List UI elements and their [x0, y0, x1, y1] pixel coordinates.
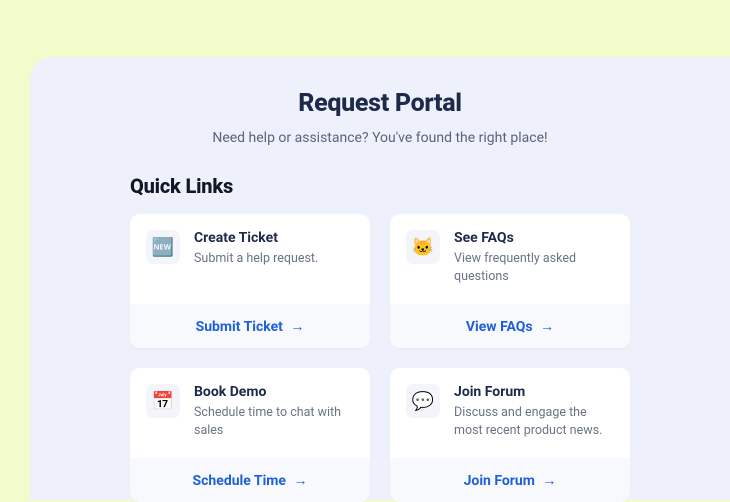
card-desc: Submit a help request. — [194, 250, 318, 268]
view-faqs-link[interactable]: View FAQs → — [466, 319, 554, 335]
page-subtitle: Need help or assistance? You've found th… — [30, 130, 730, 146]
card-title: Book Demo — [194, 384, 352, 400]
card-title: See FAQs — [454, 230, 612, 246]
card-footer: Schedule Time → — [130, 458, 370, 502]
card-body: 📅 Book Demo Schedule time to chat with s… — [130, 368, 370, 458]
faq-icon: 🐱 — [406, 230, 440, 264]
card-body: 💬 Join Forum Discuss and engage the most… — [390, 368, 630, 458]
link-label: Schedule Time — [193, 473, 287, 489]
link-label: Join Forum — [464, 473, 535, 489]
card-see-faqs: 🐱 See FAQs View frequently asked questio… — [390, 214, 630, 348]
submit-ticket-link[interactable]: Submit Ticket → — [196, 319, 305, 335]
join-forum-link[interactable]: Join Forum → — [464, 473, 557, 489]
page-title: Request Portal — [30, 89, 730, 118]
card-text: Create Ticket Submit a help request. — [194, 230, 318, 286]
content: Quick Links 🆕 Create Ticket Submit a hel… — [30, 174, 730, 502]
card-text: See FAQs View frequently asked questions — [454, 230, 612, 286]
header: Request Portal Need help or assistance? … — [30, 89, 730, 146]
arrow-right-icon: → — [542, 472, 556, 489]
card-desc: Discuss and engage the most recent produ… — [454, 404, 612, 439]
card-join-forum: 💬 Join Forum Discuss and engage the most… — [390, 368, 630, 502]
card-footer: Submit Ticket → — [130, 304, 370, 348]
card-title: Create Ticket — [194, 230, 318, 246]
schedule-time-link[interactable]: Schedule Time → — [193, 473, 308, 489]
arrow-right-icon: → — [293, 472, 307, 489]
speech-bubble-icon: 💬 — [406, 384, 440, 418]
arrow-right-icon: → — [290, 318, 304, 335]
arrow-right-icon: → — [540, 318, 554, 335]
portal-panel: Request Portal Need help or assistance? … — [30, 57, 730, 500]
link-label: Submit Ticket — [196, 319, 283, 335]
card-desc: Schedule time to chat with sales — [194, 404, 352, 439]
calendar-icon: 📅 — [146, 384, 180, 418]
card-desc: View frequently asked questions — [454, 250, 612, 285]
card-body: 🐱 See FAQs View frequently asked questio… — [390, 214, 630, 304]
quick-links-grid: 🆕 Create Ticket Submit a help request. S… — [130, 214, 630, 502]
link-label: View FAQs — [466, 319, 533, 335]
card-footer: Join Forum → — [390, 458, 630, 502]
card-footer: View FAQs → — [390, 304, 630, 348]
quick-links-heading: Quick Links — [130, 174, 630, 198]
card-body: 🆕 Create Ticket Submit a help request. — [130, 214, 370, 304]
card-title: Join Forum — [454, 384, 612, 400]
card-text: Join Forum Discuss and engage the most r… — [454, 384, 612, 440]
card-create-ticket: 🆕 Create Ticket Submit a help request. S… — [130, 214, 370, 348]
card-book-demo: 📅 Book Demo Schedule time to chat with s… — [130, 368, 370, 502]
new-icon: 🆕 — [146, 230, 180, 264]
card-text: Book Demo Schedule time to chat with sal… — [194, 384, 352, 440]
